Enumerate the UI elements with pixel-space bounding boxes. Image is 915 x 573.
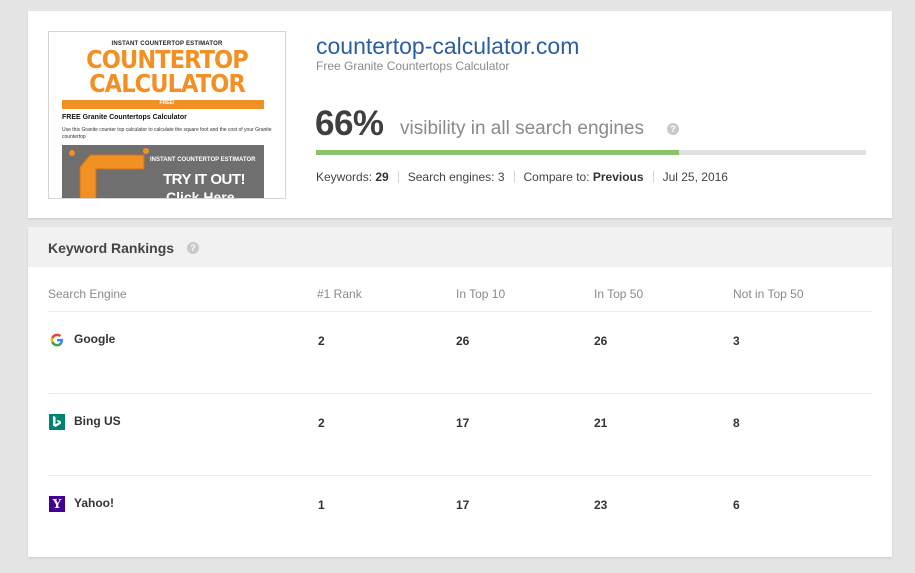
site-domain-link[interactable]: countertop-calculator.com	[316, 33, 579, 60]
stats-divider	[513, 171, 515, 183]
thumbnail-ad-click: Click Here	[166, 189, 235, 199]
top50-value: 23	[594, 498, 608, 512]
not-top50-value: 8	[733, 416, 740, 430]
rank1-value: 2	[318, 334, 325, 348]
thumbnail-free-tag: FREE!	[159, 100, 175, 106]
thumbnail-title-line2: CALCULATOR	[89, 69, 246, 98]
stats-divider	[652, 171, 654, 183]
row-divider	[48, 393, 872, 394]
bing-icon	[49, 414, 65, 430]
site-summary-card: INSTANT COUNTERTOP ESTIMATOR COUNTERTOP …	[28, 11, 892, 218]
top10-value: 17	[456, 498, 470, 512]
rankings-header: Keyword Rankings ?	[28, 227, 892, 267]
stats-row: Keywords: 29 Search engines: 3 Compare t…	[316, 170, 728, 184]
top50-value: 21	[594, 416, 608, 430]
thumbnail-heading: FREE Granite Countertops Calculator	[62, 114, 187, 121]
thumbnail-title-line1: COUNTERTOP	[86, 45, 249, 74]
col-search-engine: Search Engine	[48, 287, 127, 301]
engine-name: Google	[74, 332, 116, 346]
thumbnail-ad-supertitle: INSTANT COUNTERTOP ESTIMATOR	[150, 157, 256, 163]
stats-divider	[397, 171, 399, 183]
yahoo-icon: Y	[49, 496, 65, 512]
row-divider	[48, 475, 872, 476]
thumbnail-ad-banner: INSTANT COUNTERTOP ESTIMATOR TRY IT OUT!…	[62, 145, 264, 199]
row-divider	[48, 311, 872, 312]
report-date: Jul 25, 2016	[662, 170, 728, 184]
visibility-label: visibility in all search engines	[400, 118, 644, 139]
col-top50: In Top 50	[594, 287, 644, 301]
top50-value: 26	[594, 334, 608, 348]
site-thumbnail[interactable]: INSTANT COUNTERTOP ESTIMATOR COUNTERTOP …	[48, 31, 286, 199]
col-not-top50: Not in Top 50	[733, 287, 804, 301]
rank1-value: 1	[318, 498, 325, 512]
rankings-title: Keyword Rankings	[48, 240, 175, 256]
visibility-progress-fill	[316, 150, 679, 155]
keyword-rankings-card: Keyword Rankings ? Search Engine #1 Rank…	[28, 227, 892, 557]
compare-label: Compare to:	[523, 170, 590, 184]
question-circle-icon[interactable]: ?	[667, 123, 679, 135]
not-top50-value: 6	[733, 498, 740, 512]
google-icon	[49, 332, 65, 348]
search-engines-count: 3	[497, 170, 505, 184]
keywords-label: Keywords:	[316, 170, 373, 184]
engine-name: Yahoo!	[74, 496, 115, 510]
thumbnail-ad-cta: TRY IT OUT!	[163, 171, 246, 188]
question-circle-icon[interactable]: ?	[187, 242, 199, 254]
col-top10: In Top 10	[456, 287, 506, 301]
visibility-percent: 66%	[315, 104, 384, 143]
thumbnail-description: Use this Granite counter top calculator …	[62, 127, 272, 140]
site-subtitle: Free Granite Countertops Calculator	[316, 59, 510, 73]
not-top50-value: 3	[733, 334, 740, 348]
compare-dropdown[interactable]: Previous	[593, 170, 644, 184]
top10-value: 26	[456, 334, 470, 348]
rank1-value: 2	[318, 416, 325, 430]
col-rank1: #1 Rank	[317, 287, 362, 301]
engine-name: Bing US	[74, 414, 121, 428]
search-engines-label: Search engines:	[407, 170, 495, 184]
visibility-progress-bar	[316, 150, 866, 155]
keywords-count: 29	[375, 170, 389, 184]
top10-value: 17	[456, 416, 470, 430]
countertop-shape-icon	[69, 148, 149, 198]
